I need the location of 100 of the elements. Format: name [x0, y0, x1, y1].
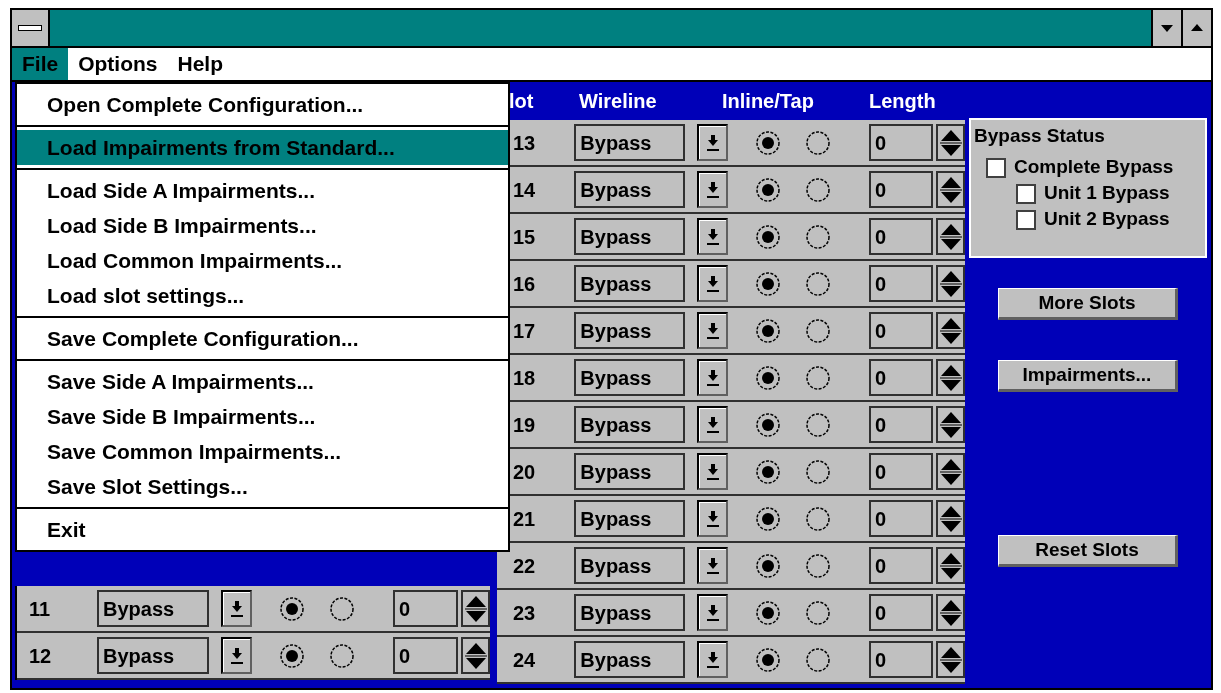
spinner-button[interactable]: [936, 265, 965, 302]
radio-button[interactable]: [804, 552, 831, 579]
radio-button[interactable]: [754, 176, 781, 203]
wireline-field[interactable]: Bypass: [574, 265, 686, 302]
radio-button[interactable]: [279, 595, 305, 622]
dropdown-button[interactable]: [221, 637, 252, 674]
length-field[interactable]: 0: [868, 453, 934, 490]
system-menu-button[interactable]: [12, 10, 50, 46]
menu-item[interactable]: Load Side A Impairments...: [17, 173, 508, 208]
checkbox[interactable]: [1016, 183, 1036, 204]
radio-button[interactable]: [279, 642, 305, 669]
wireline-field[interactable]: Bypass: [574, 453, 686, 490]
wireline-field[interactable]: Bypass: [574, 312, 686, 349]
dropdown-button[interactable]: [697, 171, 728, 208]
length-field[interactable]: 0: [868, 500, 934, 537]
radio-button[interactable]: [804, 646, 831, 673]
wireline-field[interactable]: Bypass: [97, 590, 209, 627]
radio-button[interactable]: [804, 458, 831, 485]
radio-button[interactable]: [804, 129, 831, 156]
radio-button[interactable]: [804, 176, 831, 203]
menu-item[interactable]: Exit: [17, 512, 508, 547]
length-field[interactable]: 0: [868, 312, 934, 349]
length-field[interactable]: 0: [868, 218, 934, 255]
dropdown-button[interactable]: [697, 218, 728, 255]
radio-button[interactable]: [804, 599, 831, 626]
wireline-field[interactable]: Bypass: [574, 641, 686, 678]
spinner-button[interactable]: [936, 124, 965, 161]
dropdown-button[interactable]: [697, 312, 728, 349]
dropdown-button[interactable]: [697, 124, 728, 161]
radio-button[interactable]: [754, 223, 781, 250]
checkbox[interactable]: [986, 157, 1006, 178]
radio-button[interactable]: [754, 411, 781, 438]
spinner-button[interactable]: [936, 594, 965, 631]
spinner-button[interactable]: [936, 453, 965, 490]
wireline-field[interactable]: Bypass: [574, 500, 686, 537]
menu-item[interactable]: Load slot settings...: [17, 278, 508, 313]
menu-item[interactable]: Load Side B Impairments...: [17, 208, 508, 243]
wireline-field[interactable]: Bypass: [574, 171, 686, 208]
menu-bar-item[interactable]: Options: [68, 48, 168, 80]
menu-item[interactable]: Save Side A Impairments...: [17, 364, 508, 399]
length-field[interactable]: 0: [393, 637, 458, 674]
checkbox[interactable]: [1016, 209, 1036, 230]
length-field[interactable]: 0: [868, 171, 934, 208]
radio-button[interactable]: [754, 270, 781, 297]
wireline-field[interactable]: Bypass: [97, 637, 209, 674]
radio-button[interactable]: [804, 505, 831, 532]
length-field[interactable]: 0: [393, 590, 458, 627]
menu-item[interactable]: Save Side B Impairments...: [17, 399, 508, 434]
wireline-field[interactable]: Bypass: [574, 359, 686, 396]
wireline-field[interactable]: Bypass: [574, 406, 686, 443]
menu-item[interactable]: Load Common Impairments...: [17, 243, 508, 278]
radio-button[interactable]: [804, 317, 831, 344]
minimize-button[interactable]: [1151, 10, 1181, 46]
dropdown-button[interactable]: [697, 547, 728, 584]
radio-button[interactable]: [329, 642, 355, 669]
maximize-button[interactable]: [1181, 10, 1211, 46]
dropdown-button[interactable]: [221, 590, 252, 627]
action-button[interactable]: More Slots: [998, 288, 1178, 320]
radio-button[interactable]: [754, 505, 781, 532]
spinner-button[interactable]: [936, 500, 965, 537]
menu-item[interactable]: Save Slot Settings...: [17, 469, 508, 504]
action-button[interactable]: Reset Slots: [998, 535, 1178, 567]
radio-button[interactable]: [804, 364, 831, 391]
menu-bar-item[interactable]: File: [12, 48, 69, 80]
menu-item[interactable]: Load Impairments from Standard...: [17, 130, 508, 165]
spinner-button[interactable]: [936, 312, 965, 349]
menu-item[interactable]: Save Complete Configuration...: [17, 321, 508, 356]
radio-button[interactable]: [754, 552, 781, 579]
length-field[interactable]: 0: [868, 547, 934, 584]
wireline-field[interactable]: Bypass: [574, 547, 686, 584]
radio-button[interactable]: [329, 595, 355, 622]
radio-button[interactable]: [804, 411, 831, 438]
dropdown-button[interactable]: [697, 359, 728, 396]
radio-button[interactable]: [804, 270, 831, 297]
wireline-field[interactable]: Bypass: [574, 218, 686, 255]
length-field[interactable]: 0: [868, 594, 934, 631]
menu-item[interactable]: Save Common Impairments...: [17, 434, 508, 469]
radio-button[interactable]: [754, 317, 781, 344]
dropdown-button[interactable]: [697, 641, 728, 678]
spinner-button[interactable]: [936, 218, 965, 255]
spinner-button[interactable]: [461, 637, 490, 674]
radio-button[interactable]: [754, 599, 781, 626]
spinner-button[interactable]: [461, 590, 490, 627]
radio-button[interactable]: [804, 223, 831, 250]
length-field[interactable]: 0: [868, 265, 934, 302]
length-field[interactable]: 0: [868, 406, 934, 443]
dropdown-button[interactable]: [697, 594, 728, 631]
radio-button[interactable]: [754, 364, 781, 391]
spinner-button[interactable]: [936, 406, 965, 443]
dropdown-button[interactable]: [697, 406, 728, 443]
length-field[interactable]: 0: [868, 641, 934, 678]
radio-button[interactable]: [754, 129, 781, 156]
menu-bar-item[interactable]: Help: [167, 48, 234, 80]
action-button[interactable]: Impairments...: [998, 360, 1178, 392]
spinner-button[interactable]: [936, 641, 965, 678]
menu-item[interactable]: Open Complete Configuration...: [17, 87, 508, 122]
wireline-field[interactable]: Bypass: [574, 594, 686, 631]
radio-button[interactable]: [754, 458, 781, 485]
length-field[interactable]: 0: [868, 124, 934, 161]
dropdown-button[interactable]: [697, 500, 728, 537]
